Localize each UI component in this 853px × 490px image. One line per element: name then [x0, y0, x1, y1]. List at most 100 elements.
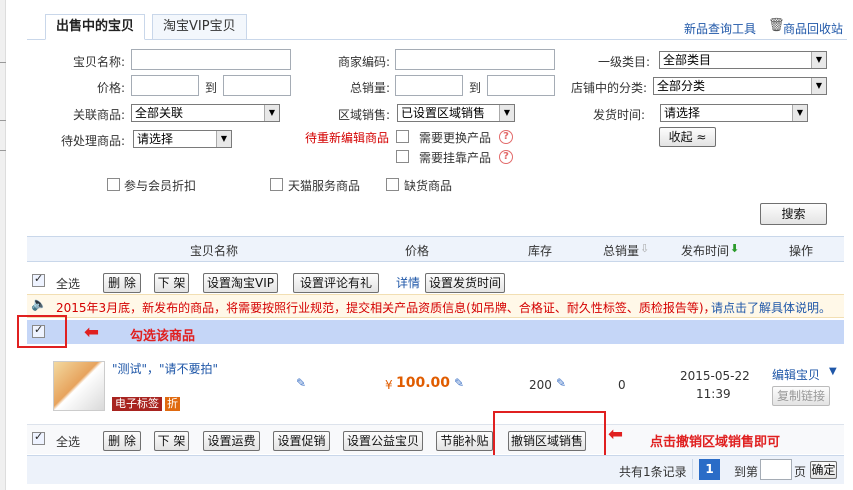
- col-publish-time[interactable]: 发布时间: [681, 242, 729, 259]
- merchant-code-label: 商家编码:: [337, 55, 390, 69]
- region-select[interactable]: 已设置区域销售 ▼: [397, 104, 515, 122]
- related-label: 关联商品:: [72, 108, 125, 122]
- chevron-down-icon: ▼: [216, 131, 231, 147]
- recycle-bin-link[interactable]: 商品回收站: [783, 20, 843, 37]
- pencil-icon[interactable]: ✎: [296, 376, 306, 390]
- collapse-button[interactable]: 收起 ≈: [659, 127, 716, 147]
- set-ship-time-button[interactable]: 设置发货时间: [425, 273, 505, 293]
- notice-text: 2015年3月底，新发布的商品，将需要按照行业规范，提交相关产品资质信息(如吊牌…: [56, 301, 716, 315]
- product-thumbnail[interactable]: [53, 361, 105, 411]
- new-product-tool-link[interactable]: 新品查询工具: [684, 20, 756, 37]
- pending-edit-label: 待重新编辑商品: [305, 131, 390, 145]
- price-max-input[interactable]: [223, 75, 291, 96]
- divider: [692, 459, 693, 479]
- chevron-down-icon: ▼: [499, 105, 514, 121]
- confirm-button[interactable]: 确定: [810, 461, 837, 479]
- search-button[interactable]: 搜索: [760, 203, 827, 225]
- tmall-service-label: 天猫服务商品: [288, 179, 361, 193]
- related-select[interactable]: 全部关联 ▼: [131, 104, 280, 122]
- pending-label: 待处理商品:: [60, 134, 125, 148]
- pending-select[interactable]: 请选择 ▼: [133, 130, 232, 148]
- member-discount-label: 参与会员折扣: [124, 179, 197, 193]
- annotation-cancel-region: 点击撤销区域销售即可: [650, 435, 781, 450]
- notice-link[interactable]: 请点击了解具体说明。: [711, 299, 831, 316]
- goto-page-input[interactable]: [760, 459, 792, 480]
- total-records: 共有1条记录: [619, 465, 687, 479]
- sort-down-icon: ⬇: [730, 242, 740, 255]
- col-price: 价格: [405, 244, 430, 258]
- need-replace-checkbox[interactable]: [396, 130, 409, 143]
- shop-category-label: 店铺中的分类:: [570, 81, 647, 95]
- category-label: 一级类目:: [597, 55, 650, 69]
- need-attach-label: 需要挂靠产品: [419, 151, 492, 165]
- sales-min-input[interactable]: [395, 75, 463, 96]
- set-vip-button[interactable]: 设置淘宝VIP: [203, 273, 278, 293]
- delist-button[interactable]: 下 架: [154, 273, 189, 293]
- chevron-down-icon: ▼: [811, 78, 826, 94]
- help-icon[interactable]: ?: [499, 150, 513, 164]
- chevron-down-icon: ▼: [792, 105, 807, 121]
- pencil-icon[interactable]: ✎: [454, 376, 464, 390]
- item-stock: 200: [529, 378, 552, 392]
- member-discount-checkbox[interactable]: [107, 178, 120, 191]
- price-label: 价格:: [96, 81, 125, 95]
- merchant-code-input[interactable]: [395, 49, 555, 70]
- select-all-checkbox[interactable]: [32, 272, 45, 287]
- sales-label: 总销量:: [349, 81, 390, 95]
- item-date: 2015-05-22: [680, 369, 750, 383]
- tmall-service-checkbox[interactable]: [270, 178, 283, 191]
- name-input[interactable]: [131, 49, 291, 70]
- sales-to-label: 到: [469, 81, 482, 95]
- price-to-label: 到: [205, 81, 218, 95]
- chevron-down-icon: ▼: [811, 52, 826, 68]
- name-label: 宝贝名称:: [72, 55, 125, 69]
- need-attach-checkbox[interactable]: [396, 150, 409, 163]
- sort-down-icon: ⇩: [640, 242, 650, 255]
- set-comment-button[interactable]: 设置评论有礼: [293, 273, 379, 293]
- set-charity-button[interactable]: 设置公益宝贝: [343, 431, 423, 451]
- edit-item-link[interactable]: 编辑宝贝: [772, 366, 820, 383]
- col-total-sales[interactable]: 总销量: [603, 242, 639, 259]
- set-shipping-button[interactable]: 设置运费: [203, 431, 260, 451]
- need-replace-label: 需要更换产品: [419, 131, 492, 145]
- annotation-check-item: 勾选该商品: [130, 329, 196, 344]
- arrow-left-icon: ⬅: [84, 322, 100, 343]
- item-price: 100.00: [396, 375, 451, 391]
- chevron-down-icon: ▼: [264, 105, 279, 121]
- tab-underline: [27, 39, 847, 40]
- ship-time-select[interactable]: 请选择 ▼: [660, 104, 808, 122]
- pencil-icon[interactable]: ✎: [556, 376, 566, 390]
- region-label: 区域销售:: [337, 108, 390, 122]
- category-select[interactable]: 全部类目 ▼: [659, 51, 827, 69]
- col-action: 操作: [789, 244, 814, 258]
- goto-suffix: 页: [794, 465, 807, 479]
- delete-button-bottom[interactable]: 删 除: [103, 431, 141, 451]
- item-title-link[interactable]: "测试"，"请不要拍": [112, 360, 218, 377]
- select-all-label-bottom: 全选: [56, 435, 81, 449]
- pagination-bar: [27, 455, 844, 484]
- delist-button-bottom[interactable]: 下 架: [154, 431, 189, 451]
- delete-button[interactable]: 删 除: [103, 273, 141, 293]
- price-min-input[interactable]: [131, 75, 199, 96]
- currency-symbol: ¥: [385, 378, 393, 392]
- arrow-left-icon: ⬅: [608, 424, 624, 445]
- shop-category-select[interactable]: 全部分类 ▼: [653, 77, 827, 95]
- item-sales: 0: [618, 378, 626, 392]
- set-promo-button[interactable]: 设置促销: [273, 431, 330, 451]
- select-all-checkbox-bottom[interactable]: [32, 430, 45, 445]
- tab-vip[interactable]: 淘宝VIP宝贝: [152, 14, 247, 40]
- goto-prefix: 到第: [734, 465, 759, 479]
- out-of-stock-checkbox[interactable]: [386, 178, 399, 191]
- page-1[interactable]: 1: [699, 459, 720, 480]
- copy-link-button[interactable]: 复制链接: [772, 386, 830, 406]
- e-label-badge: 电子标签: [112, 397, 162, 411]
- tab-on-sale[interactable]: 出售中的宝贝: [45, 14, 146, 40]
- col-stock: 库存: [528, 244, 553, 258]
- chevron-down-icon[interactable]: ▼: [829, 366, 837, 377]
- sales-max-input[interactable]: [487, 75, 555, 96]
- help-icon[interactable]: ?: [499, 130, 513, 144]
- item-time: 11:39: [696, 387, 731, 401]
- ship-time-label: 发货时间:: [592, 108, 645, 122]
- details-link[interactable]: 详情: [396, 274, 420, 291]
- energy-subsidy-button[interactable]: 节能补贴: [436, 431, 493, 451]
